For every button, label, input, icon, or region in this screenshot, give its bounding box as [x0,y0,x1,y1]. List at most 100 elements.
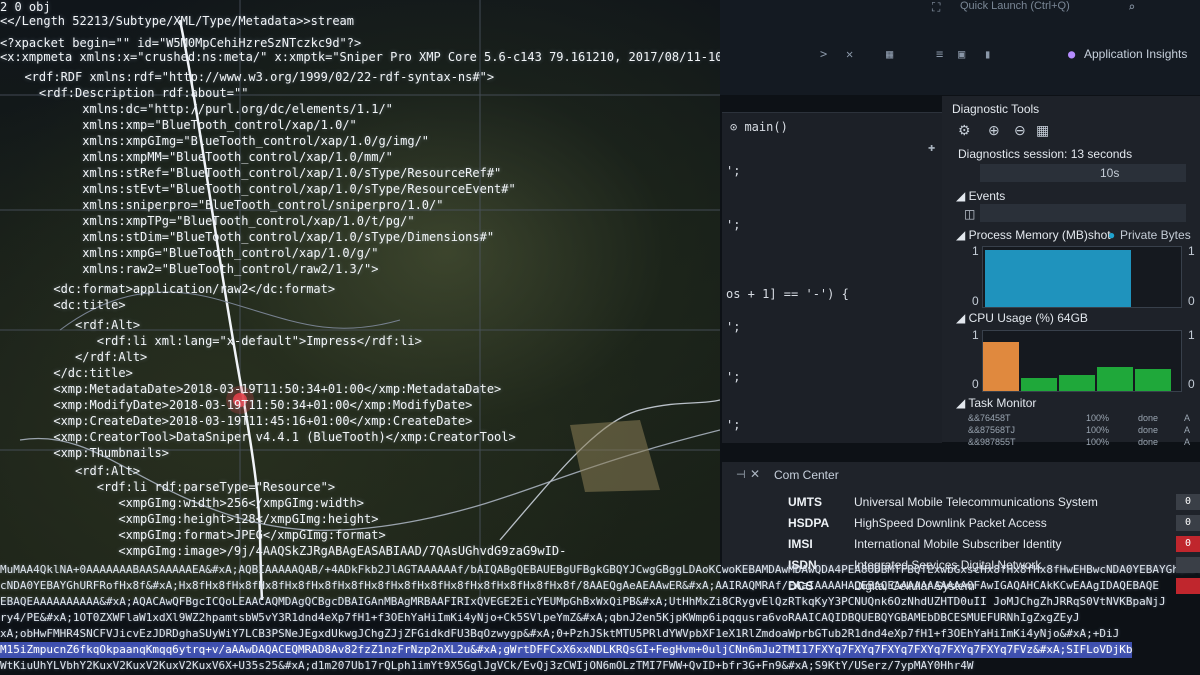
pin-icon[interactable]: ⊣ [736,468,746,481]
search-icon[interactable]: ⌕ [1128,0,1135,14]
base64-line[interactable]: ry4/PE&#xA;1OT0ZXWFlaW1xdXl9WZ2hpamtsbW5… [0,610,1079,626]
com-center-row[interactable]: HSDPA HighSpeed Downlink Packet Access [778,513,1188,533]
events-track [980,204,1186,222]
xml-line: <xmp:CreatorTool>DataSniper v4.4.1 (Blue… [10,430,516,444]
com-center-row[interactable]: UMTS Universal Mobile Telecommunications … [778,492,1188,512]
protocol-abbreviation: HSDPA [788,516,830,530]
task-monitor-section-label[interactable]: ◢ Task Monitor [956,396,1036,410]
xml-line: </dc:title> [10,366,133,380]
task-id: &&76458T [968,413,1011,423]
task-monitor-label: Task Monitor [968,396,1037,410]
continue-icon[interactable]: > [820,47,827,61]
zoom-in-icon[interactable]: ⊕ [988,122,1000,139]
xml-line: xmlns:stDim="BlueTooth_control/xap/1.0/s… [10,230,495,244]
flag-icon[interactable]: ▮ [984,47,991,61]
diagnostic-tools-title: Diagnostic Tools [952,102,1040,116]
status-indicator [1176,557,1200,573]
memory-axis-max-right: 1 [1188,244,1195,258]
xml-line: <rdf:li xml:lang="x-default">Impress</rd… [10,334,422,348]
xml-line: xmlns:sniperpro="BlueTooth_control/snipe… [10,198,444,212]
xml-line: </rdf:Alt> [10,350,148,364]
cpu-section-label[interactable]: ◢ CPU Usage (%) 64GB [956,311,1088,325]
xml-line: xmlns:xmp="BlueTooth_control/xap/1.0/" [10,118,357,132]
settings-icon[interactable]: ⚙ [958,122,971,139]
cpu-label: CPU Usage (%) 64GB [968,311,1088,325]
task-status: done [1138,413,1159,423]
xml-line: <x:xmpmeta xmlns:x="crushed:ns:meta/" x:… [0,50,766,64]
function-dropdown-label: main() [744,120,788,134]
protocol-abbreviation: UMTS [788,495,822,509]
task-pct: 100% [1086,437,1110,447]
task-row[interactable]: &&87568TJ 100% done A [952,425,1190,436]
cpu-graph[interactable] [982,330,1182,392]
grid-icon[interactable]: ▦ [1036,122,1049,139]
close-icon[interactable]: ✕ [750,467,760,481]
timeline-tick-label: 10s [1100,166,1120,180]
xml-line: <</Length 52213/Subtype/XML/Type/Metadat… [0,14,355,28]
insights-icon: ● [1068,47,1076,61]
quick-launch-input[interactable]: Quick Launch (Ctrl+Q) [960,0,1070,12]
zoom-out-icon[interactable]: ⊖ [1014,122,1026,139]
xml-line: xmlns:xmpMM="BlueTooth_control/xap/1.0/m… [10,150,393,164]
com-center-title: Com Center [774,468,839,482]
cpu-bar [1135,368,1171,391]
cpu-axis-min: 0 [972,377,979,391]
memory-axis-min: 0 [972,294,979,308]
cpu-axis-min-right: 0 [1188,377,1195,391]
base64-line[interactable]: WtKiuUhYLVbhY2KuxV2KuxV2KuxV2KuxV6X+U35s… [0,658,974,674]
bookmark-icon[interactable]: ✕ [846,47,853,61]
com-center-row[interactable]: IMSI International Mobile Subscriber Iden… [778,534,1188,554]
base64-line[interactable]: EBAQEAAAAAAAAAA&#xA;AQACAwQFBgcICQoLEAAC… [0,594,1166,610]
xml-line: <rdf:Description rdf:about="" [10,86,249,100]
xml-line: <rdf:Alt> [10,464,141,478]
task-row[interactable]: &&987855T 100% done A [952,437,1191,448]
memory-graph[interactable] [982,246,1182,308]
task-row[interactable]: &&76458T 100% done A [952,413,1191,424]
function-dropdown[interactable]: ⊙ main() [730,120,788,134]
selected-base64-line[interactable]: M15iZmpucnZ6fkqOkpaanqKmqq6ytrq+v/aAAwDA… [0,642,1133,658]
code-line: '; [726,370,741,384]
application-insights-button[interactable]: Application Insights [1084,47,1187,61]
xml-line: <xmpGImg:image>/9j/4AAQSkZJRgABAgEASABIA… [10,544,567,558]
base64-line[interactable]: xA;obHwFMHR4SNCFVJicvEzJDRDghaSUyWiY7LCB… [0,626,1119,642]
protocol-abbreviation: IMSI [788,537,813,551]
cpu-bar [983,341,1019,391]
cpu-bar [1097,366,1133,391]
base64-thumbnail-data: MuMAA4QklNA+0AAAAAAABAASAAAAAEA&#xA;AQBI… [0,562,1200,675]
list-icon[interactable]: ≡ [936,47,943,61]
expand-editor-icon[interactable]: ✚ [928,140,935,154]
events-toggle-icon[interactable]: ◫ [964,207,975,221]
events-section-label[interactable]: ◢ Events [956,189,1005,203]
xml-line: 2 0 obj [0,0,51,14]
private-bytes-legend-icon: ● [1108,228,1116,242]
xml-line: <xmp:Thumbnails> [10,446,169,460]
xml-line: xmlns:stRef="BlueTooth_control/xap/1.0/s… [10,166,502,180]
session-timeline[interactable] [980,164,1186,182]
task-flag: A [1184,437,1191,447]
xml-line: <xmpGImg:height>128</xmpGImg:height> [10,512,379,526]
diagnostic-tools-panel: Diagnostic Tools ⚙ ⊕ ⊖ ▦ Diagnostics ses… [942,96,1200,447]
base64-line[interactable]: MuMAA4QklNA+0AAAAAAABAASAAAAAEA&#xA;AQBI… [0,562,1200,578]
window-icon[interactable]: ▣ [958,47,965,61]
xml-line: <dc:title> [10,298,126,312]
xml-line: <?xpacket begin="" id="W5M0MpCehiHzreSzN… [0,36,362,50]
status-indicator: 0 [1176,494,1200,510]
task-id: &&87568TJ [968,425,1016,435]
xml-line: xmlns:stEvt="BlueTooth_control/xap/1.0/s… [10,182,516,196]
task-flag: A [1184,413,1191,423]
memory-axis-max: 1 [972,244,979,258]
events-label: Events [968,189,1006,203]
cpu-axis-max-right: 1 [1188,328,1195,342]
layout-icon[interactable]: ▦ [886,47,893,61]
quick-launch-icon[interactable]: ⛶ [932,0,940,15]
task-pct: 100% [1086,413,1110,423]
xml-line: <xmpGImg:format>JPEG</xmpGImg:format> [10,528,386,542]
base64-line[interactable]: cNDA0YEBAYGhURFRofHx8f&#xA;Hx8fHx8fHx8fH… [0,578,1159,594]
cpu-axis-max: 1 [972,328,979,342]
xml-line: xmlns:xmpGImg="BlueTooth_control/xap/1.0… [10,134,430,148]
memory-section-label[interactable]: ◢ Process Memory (MB)shot [956,228,1111,242]
com-center-panel: ⊣ ✕ Com Center UMTS Universal Mobile Tele… [722,462,1200,593]
code-editor[interactable] [722,112,942,443]
code-line: '; [726,320,741,334]
task-status: done [1138,437,1159,447]
